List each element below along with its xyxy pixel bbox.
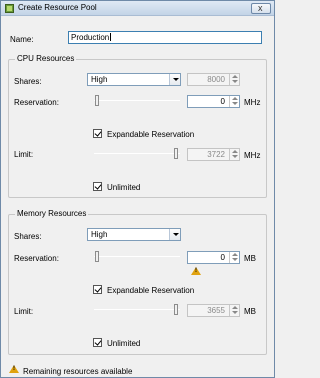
spinner-arrows-icon xyxy=(229,305,239,316)
memory-reservation-input[interactable]: 0 xyxy=(187,251,240,264)
spinner-arrows-icon[interactable] xyxy=(229,252,239,263)
warning-icon xyxy=(191,267,201,275)
text-caret xyxy=(110,33,112,41)
name-input[interactable]: Production xyxy=(68,31,262,44)
cpu-reservation-label: Reservation: xyxy=(14,98,59,107)
cpu-unlimited-checkbox[interactable] xyxy=(93,182,102,191)
footer-warning-icon xyxy=(9,365,19,373)
memory-group-title: Memory Resources xyxy=(15,209,89,218)
memory-expandable-checkbox[interactable] xyxy=(93,285,102,294)
remaining-resources-text: Remaining resources available xyxy=(23,367,133,376)
memory-reservation-unit: MB xyxy=(244,254,256,263)
cpu-shares-label: Shares: xyxy=(14,77,42,86)
memory-expandable-label: Expandable Reservation xyxy=(107,286,195,295)
memory-reservation-slider[interactable] xyxy=(94,251,180,263)
cpu-limit-input: 3722 xyxy=(187,148,240,161)
title-bar: Create Resource Pool x xyxy=(1,1,274,16)
window-title: Create Resource Pool xyxy=(18,3,97,12)
cpu-unlimited-label: Unlimited xyxy=(107,183,141,192)
create-resource-pool-dialog: Create Resource Pool x Name: Production … xyxy=(0,0,275,378)
cpu-limit-slider xyxy=(94,148,180,160)
cpu-expandable-checkbox[interactable] xyxy=(93,129,102,138)
chevron-down-icon[interactable] xyxy=(169,74,180,85)
cpu-limit-label: Limit: xyxy=(14,150,34,159)
memory-reservation-label: Reservation: xyxy=(14,254,59,263)
resource-pool-icon xyxy=(5,4,14,13)
memory-shares-select[interactable]: High xyxy=(87,228,181,241)
slider-thumb xyxy=(174,148,178,159)
name-label: Name: xyxy=(10,35,34,44)
memory-limit-slider xyxy=(94,304,180,316)
memory-limit-input: 3655 xyxy=(187,304,240,317)
cpu-reservation-input[interactable]: 0 xyxy=(187,95,240,108)
chevron-down-icon[interactable] xyxy=(169,229,180,240)
slider-thumb[interactable] xyxy=(95,95,99,106)
spinner-arrows-icon xyxy=(229,74,239,85)
slider-thumb[interactable] xyxy=(95,251,99,262)
memory-limit-unit: MB xyxy=(244,307,256,316)
cpu-group-title: CPU Resources xyxy=(15,54,77,63)
close-icon: x xyxy=(258,3,263,13)
cpu-expandable-label: Expandable Reservation xyxy=(107,130,195,139)
cpu-shares-number: 8000 xyxy=(187,73,240,86)
cpu-reservation-unit: MHz xyxy=(244,98,261,107)
memory-limit-label: Limit: xyxy=(14,307,34,316)
close-button[interactable]: x xyxy=(251,3,271,14)
memory-unlimited-label: Unlimited xyxy=(107,339,141,348)
spinner-arrows-icon[interactable] xyxy=(229,96,239,107)
memory-shares-label: Shares: xyxy=(14,232,42,241)
cpu-limit-unit: MHz xyxy=(244,151,261,160)
cpu-shares-select[interactable]: High xyxy=(87,73,181,86)
spinner-arrows-icon xyxy=(229,149,239,160)
memory-unlimited-checkbox[interactable] xyxy=(93,338,102,347)
cpu-reservation-slider[interactable] xyxy=(94,95,180,107)
slider-thumb xyxy=(174,304,178,315)
